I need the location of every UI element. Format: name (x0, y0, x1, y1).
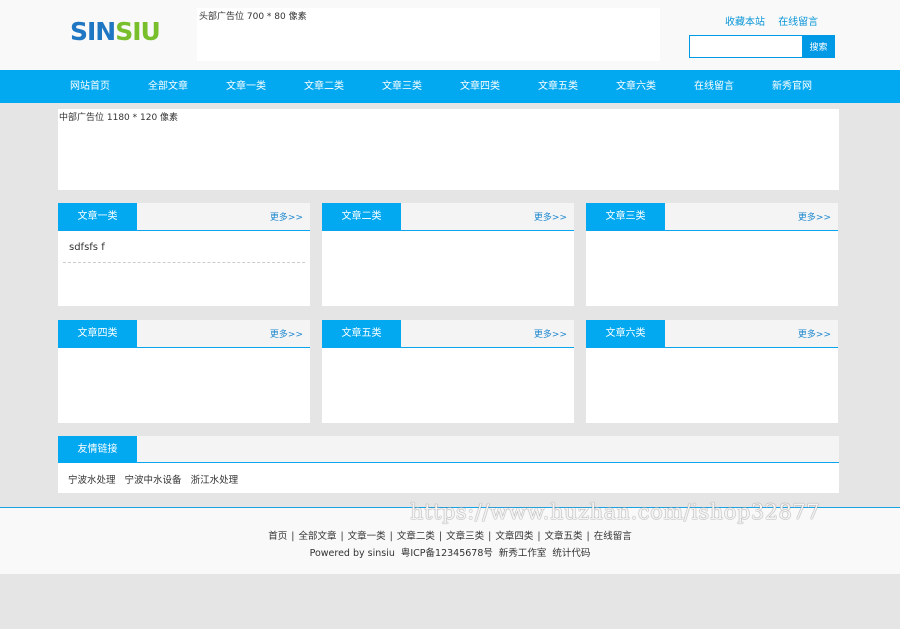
nav-item-category-2[interactable]: 文章二类 (285, 70, 363, 103)
box-title[interactable]: 文章一类 (58, 203, 137, 230)
box-header: 文章五类 更多>> (322, 320, 574, 348)
footer-link[interactable]: 文章三类 (446, 531, 484, 542)
site-header: SINSIU 头部广告位 700 * 80 像素 收藏本站 在线留言 搜索 (0, 0, 900, 70)
separator: | (340, 531, 344, 542)
separator: | (438, 531, 443, 542)
more-link[interactable]: 更多>> (798, 210, 831, 223)
footer-link[interactable]: 文章一类 (348, 531, 386, 542)
search-form: 搜索 (689, 35, 835, 58)
studio-link[interactable]: 新秀工作室 (499, 548, 547, 559)
nav-item-category-3[interactable]: 文章三类 (363, 70, 441, 103)
logo-text-part1: SIN (70, 17, 116, 46)
box-title: 友情链接 (58, 436, 137, 463)
category-box-1: 文章一类 更多>> sdfsfs f (58, 203, 310, 306)
box-header: 文章六类 更多>> (586, 320, 838, 348)
box-title[interactable]: 文章三类 (586, 203, 665, 230)
box-header: 文章一类 更多>> (58, 203, 310, 231)
middle-ad-banner[interactable]: 中部广告位 1180 * 120 像素 (58, 109, 839, 190)
category-box-4: 文章四类 更多>> (58, 320, 310, 423)
guestbook-link[interactable]: 在线留言 (778, 17, 818, 28)
category-box-6: 文章六类 更多>> (586, 320, 838, 423)
footer-link[interactable]: 全部文章 (298, 531, 336, 542)
category-box-2: 文章二类 更多>> (322, 203, 574, 306)
separator: | (488, 531, 492, 542)
footer-link[interactable]: 首页 (268, 531, 287, 542)
main-nav: 网站首页 全部文章 文章一类 文章二类 文章三类 文章四类 文章五类 文章六类 … (0, 70, 900, 103)
footer-nav: 首页 | 全部文章 | 文章一类 | 文章二类 | 文章三类 | 文章四类 | 文章五类 | 在线留言 (0, 528, 900, 542)
more-link[interactable]: 更多>> (270, 210, 303, 223)
friend-links-list: 宁波水处理 宁波中水设备 浙江水处理 (68, 472, 244, 486)
nav-item-category-1[interactable]: 文章一类 (207, 70, 285, 103)
box-header: 友情链接 (58, 436, 839, 463)
bookmark-link[interactable]: 收藏本站 (725, 17, 765, 28)
footer-link[interactable]: 在线留言 (594, 531, 632, 542)
icp-number[interactable]: 粤ICP备12345678号 (401, 548, 493, 559)
friend-link[interactable]: 宁波中水设备 (125, 475, 182, 486)
nav-item-category-5[interactable]: 文章五类 (519, 70, 597, 103)
footer-link[interactable]: 文章二类 (397, 531, 435, 542)
nav-item-category-4[interactable]: 文章四类 (441, 70, 519, 103)
more-link[interactable]: 更多>> (534, 210, 567, 223)
box-title[interactable]: 文章五类 (322, 320, 401, 347)
box-title[interactable]: 文章二类 (322, 203, 401, 230)
friend-link[interactable]: 浙江水处理 (191, 475, 239, 486)
footer-link[interactable]: 文章五类 (545, 531, 583, 542)
separator: | (537, 531, 541, 542)
more-link[interactable]: 更多>> (270, 327, 303, 340)
more-link[interactable]: 更多>> (798, 327, 831, 340)
logo-text-part2: SIU (115, 17, 161, 46)
watermark: https://www.huzhan.com/ishop32877 (410, 500, 821, 524)
search-button[interactable]: 搜索 (802, 35, 835, 58)
stats-code: 统计代码 (552, 548, 591, 559)
category-box-3: 文章三类 更多>> (586, 203, 838, 306)
search-input[interactable] (689, 35, 803, 58)
powered-by: Powered by sinsiu (309, 548, 395, 559)
box-title[interactable]: 文章六类 (586, 320, 665, 347)
top-ad-banner[interactable]: 头部广告位 700 * 80 像素 (197, 8, 660, 61)
nav-item-guestbook[interactable]: 在线留言 (675, 70, 753, 103)
top-links: 收藏本站 在线留言 (725, 13, 828, 28)
friend-link[interactable]: 宁波水处理 (68, 475, 116, 486)
footer-info: Powered by sinsiu 粤ICP备12345678号 新秀工作室 统计代码 (0, 545, 900, 559)
nav-item-all-articles[interactable]: 全部文章 (129, 70, 207, 103)
box-header: 文章四类 更多>> (58, 320, 310, 348)
separator: | (291, 531, 295, 542)
box-header: 文章二类 更多>> (322, 203, 574, 231)
nav-item-category-6[interactable]: 文章六类 (597, 70, 675, 103)
list-item[interactable]: sdfsfs f (63, 240, 305, 263)
site-logo[interactable]: SINSIU (70, 17, 161, 47)
nav-item-home[interactable]: 网站首页 (51, 70, 129, 103)
box-header: 文章三类 更多>> (586, 203, 838, 231)
separator: | (389, 531, 393, 542)
friend-links-box: 友情链接 宁波水处理 宁波中水设备 浙江水处理 (58, 436, 839, 493)
separator: | (586, 531, 590, 542)
footer-link[interactable]: 文章四类 (495, 531, 533, 542)
nav-item-official-site[interactable]: 新秀官网 (753, 70, 831, 103)
category-box-5: 文章五类 更多>> (322, 320, 574, 423)
box-title[interactable]: 文章四类 (58, 320, 137, 347)
more-link[interactable]: 更多>> (534, 327, 567, 340)
